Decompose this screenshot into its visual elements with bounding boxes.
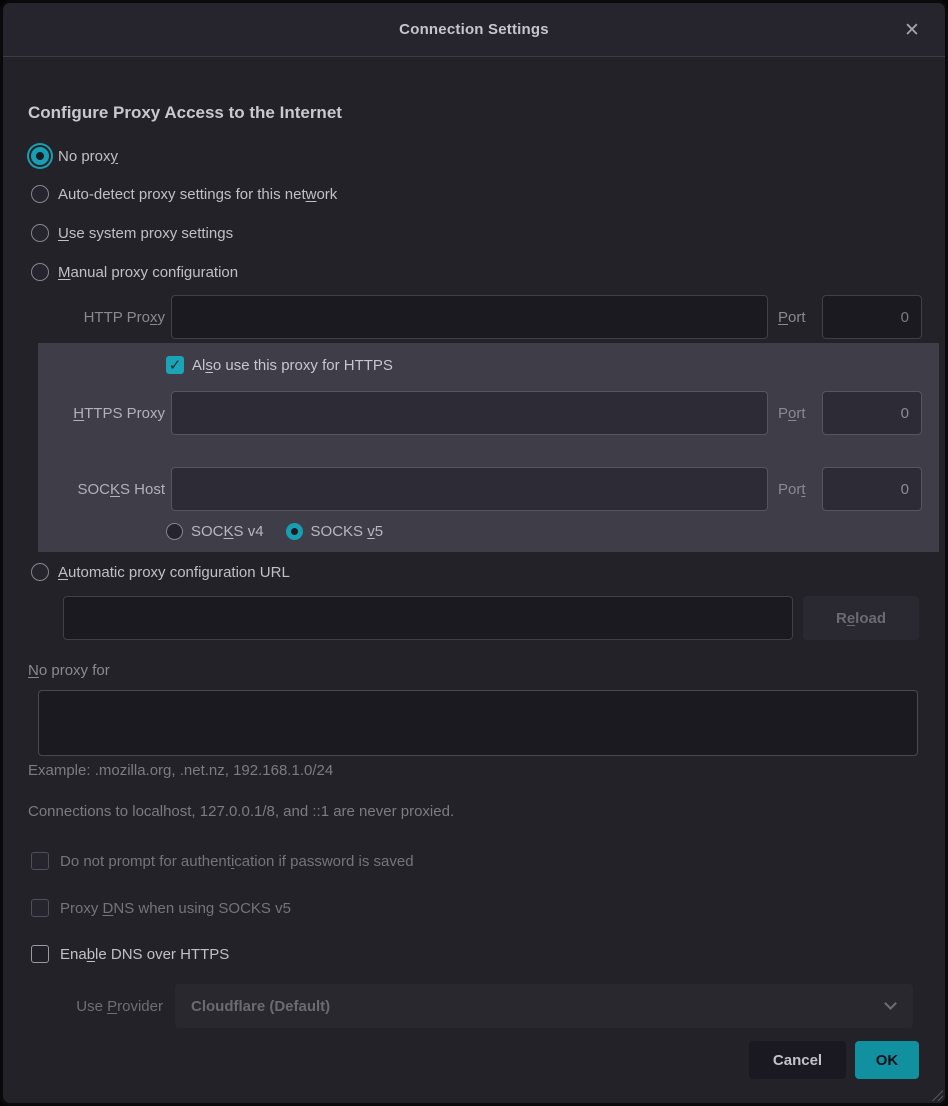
no-proxy-for-textarea[interactable] (38, 690, 918, 756)
doh-provider-row: Use Provider Cloudflare (Default) (38, 984, 913, 1028)
no-proxy-example-text: Example: .mozilla.org, .net.nz, 192.168.… (28, 762, 333, 779)
http-proxy-row: HTTP Proxy Port (38, 295, 922, 339)
radio-row-system-proxy[interactable]: Use system proxy settings (31, 222, 233, 244)
socks-host-row: SOCKS Host Port (38, 467, 922, 511)
radio-label: SOCKS v4 (191, 523, 264, 540)
radio-label: Auto-detect proxy settings for this netw… (58, 186, 337, 203)
manual-proxy-highlight-section: ✓ Also use this proxy for HTTPS HTTPS Pr… (38, 343, 939, 552)
auto-url-row: Reload (63, 596, 919, 640)
radio-socks-v5[interactable] (286, 523, 303, 540)
radio-label: SOCKS v5 (311, 523, 384, 540)
option-row-enable-doh[interactable]: Enable DNS over HTTPS (31, 942, 229, 966)
ok-button[interactable]: OK (855, 1041, 919, 1079)
https-proxy-input[interactable] (171, 391, 768, 435)
https-proxy-row: HTTPS Proxy Port (38, 391, 922, 435)
also-use-https-row[interactable]: ✓ Also use this proxy for HTTPS (166, 352, 393, 378)
radio-no-proxy[interactable] (31, 147, 49, 165)
radio-row-auto-url[interactable]: Automatic proxy configuration URL (31, 561, 290, 583)
page-title: Configure Proxy Access to the Internet (28, 103, 342, 123)
checkbox-label: Enable DNS over HTTPS (60, 946, 229, 963)
socks-version-group: SOCKS v4 SOCKS v5 (166, 519, 405, 543)
http-port-label: Port (778, 309, 814, 326)
cancel-button[interactable]: Cancel (749, 1041, 846, 1079)
http-port-input[interactable] (822, 295, 922, 339)
radio-label: No proxy (58, 148, 118, 165)
radio-row-no-proxy[interactable]: No proxy (31, 145, 118, 167)
radio-auto-detect[interactable] (31, 185, 49, 203)
socks-port-label: Port (778, 481, 814, 498)
radio-socks-v4[interactable] (166, 523, 183, 540)
radio-manual-proxy[interactable] (31, 263, 49, 281)
reload-button[interactable]: Reload (803, 596, 919, 640)
radio-label: Automatic proxy configuration URL (58, 564, 290, 581)
connection-settings-dialog: Connection Settings ✕ Configure Proxy Ac… (0, 0, 948, 1106)
https-port-input[interactable] (822, 391, 922, 435)
socks-port-input[interactable] (822, 467, 922, 511)
http-proxy-input[interactable] (171, 295, 768, 339)
https-port-label: Port (778, 405, 814, 422)
close-icon[interactable]: ✕ (899, 17, 925, 43)
dialog-titlebar: Connection Settings ✕ (3, 3, 945, 57)
radio-row-manual-proxy[interactable]: Manual proxy configuration (31, 261, 238, 283)
checkbox-label: Proxy DNS when using SOCKS v5 (60, 900, 291, 917)
use-provider-label: Use Provider (38, 998, 163, 1015)
radio-system-proxy[interactable] (31, 224, 49, 242)
enable-doh-checkbox[interactable] (31, 945, 49, 963)
https-proxy-label: HTTPS Proxy (38, 405, 165, 422)
doh-provider-value: Cloudflare (Default) (191, 998, 330, 1015)
radio-auto-url[interactable] (31, 563, 49, 581)
chevron-down-icon (884, 997, 897, 1010)
socks-host-label: SOCKS Host (38, 481, 165, 498)
no-auth-prompt-checkbox (31, 852, 49, 870)
radio-label: Manual proxy configuration (58, 264, 238, 281)
radio-row-auto-detect[interactable]: Auto-detect proxy settings for this netw… (31, 183, 337, 205)
auto-url-input[interactable] (63, 596, 793, 640)
no-proxy-for-label: No proxy for (28, 662, 110, 679)
proxy-dns-checkbox (31, 899, 49, 917)
dialog-body: Configure Proxy Access to the Internet N… (3, 57, 945, 1106)
no-proxy-note-text: Connections to localhost, 127.0.0.1/8, a… (28, 803, 454, 820)
socks-host-input[interactable] (171, 467, 768, 511)
option-row-proxy-dns: Proxy DNS when using SOCKS v5 (31, 896, 291, 920)
dialog-title: Connection Settings (399, 21, 549, 38)
doh-provider-select: Cloudflare (Default) (175, 984, 913, 1028)
radio-label: Use system proxy settings (58, 225, 233, 242)
http-proxy-label: HTTP Proxy (38, 309, 165, 326)
option-row-no-auth-prompt: Do not prompt for authentication if pass… (31, 849, 414, 873)
checkbox-label: Do not prompt for authentication if pass… (60, 853, 414, 870)
checkbox-label: Also use this proxy for HTTPS (192, 357, 393, 374)
also-use-https-checkbox[interactable]: ✓ (166, 356, 184, 374)
